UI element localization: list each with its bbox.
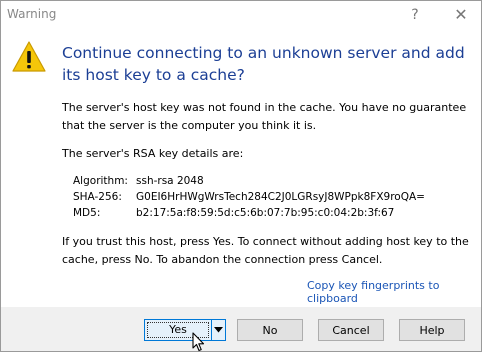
help-button[interactable]: Help [399, 319, 465, 341]
warning-icon [12, 41, 46, 72]
title-bar: Warning ? ✕ [1, 1, 481, 29]
sha256-label: SHA-256: [73, 191, 122, 203]
trust-instructions-text: If you trust this host, press Yes. To co… [62, 235, 469, 266]
host-key-not-found-text: The server's host key was not found in t… [62, 101, 467, 132]
cancel-button[interactable]: Cancel [318, 319, 384, 341]
chevron-down-icon [214, 327, 223, 333]
window-title: Warning [7, 7, 57, 21]
algorithm-label: Algorithm: [73, 175, 128, 187]
md5-value: b2:17:5a:f8:59:5d:c5:6b:07:7b:95:c0:04:2… [136, 207, 395, 219]
copy-fingerprints-link[interactable]: Copy key fingerprints to clipboard [307, 279, 481, 305]
main-instruction: Continue connecting to an unknown server… [62, 44, 465, 84]
sha256-value: G0EI6HrHWgWrsTech284C2J0LGRsyJ8WPpk8FX9r… [136, 191, 425, 203]
warning-dialog: Warning ? ✕ Continue connecting to an un… [0, 0, 482, 352]
question-mark-icon[interactable]: ? [395, 1, 435, 29]
yes-dropdown-button[interactable] [212, 320, 225, 340]
md5-label: MD5: [73, 207, 101, 219]
key-details-heading: The server's RSA key details are: [62, 147, 244, 160]
no-button[interactable]: No [237, 319, 303, 341]
close-icon[interactable]: ✕ [441, 1, 481, 29]
algorithm-value: ssh-rsa 2048 [136, 175, 204, 187]
yes-split-button[interactable]: Yes [144, 319, 226, 341]
button-bar: Yes No Cancel Help [1, 307, 481, 351]
mouse-pointer-icon [192, 332, 205, 352]
